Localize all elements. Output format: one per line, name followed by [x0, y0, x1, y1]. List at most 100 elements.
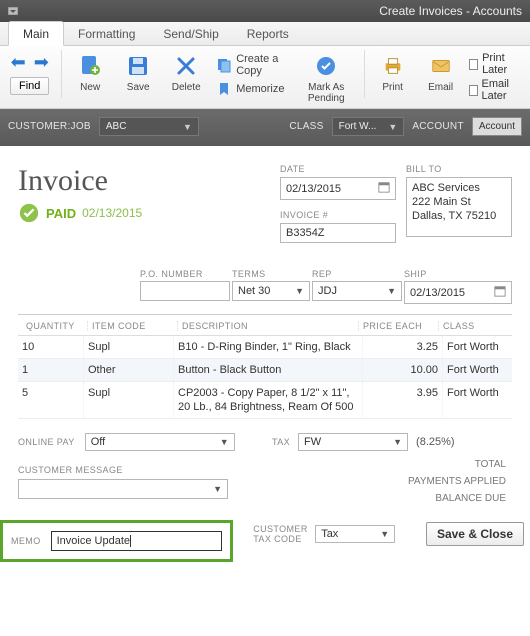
cell-desc[interactable]: CP2003 - Copy Paper, 8 1/2" x 11", 20 Lb…: [173, 382, 362, 418]
tab-reports[interactable]: Reports: [233, 22, 303, 45]
chevron-down-icon: ▼: [380, 529, 389, 539]
cell-desc[interactable]: Button - Black Button: [173, 359, 362, 381]
class-value: Fort W...: [339, 121, 377, 132]
email-later-checkbox[interactable]: Email Later: [469, 78, 524, 102]
window-title-bar: Create Invoices - Accounts: [0, 0, 530, 22]
date-input[interactable]: 02/13/2015: [280, 177, 396, 200]
calendar-icon[interactable]: [378, 181, 390, 196]
memorize-button[interactable]: Memorize: [214, 80, 288, 98]
checkbox-icon: [469, 59, 478, 70]
chevron-down-icon: ▼: [393, 437, 402, 447]
toolbar-divider: [364, 50, 365, 98]
customer-job-select[interactable]: ABC ▼: [99, 117, 199, 136]
po-label: P.O. NUMBER: [140, 269, 230, 279]
col-class: CLASS: [438, 321, 508, 331]
print-button[interactable]: Print: [371, 50, 415, 95]
delete-button[interactable]: Delete: [164, 50, 208, 95]
cell-class[interactable]: Fort Worth: [442, 382, 512, 418]
email-button[interactable]: Email: [419, 50, 463, 95]
customer-job-value: ABC: [106, 121, 127, 132]
customer-message-select[interactable]: ▼: [18, 479, 228, 499]
customer-job-label: CUSTOMER:JOB: [8, 121, 91, 132]
calendar-icon[interactable]: [494, 285, 506, 300]
po-input[interactable]: [140, 281, 230, 301]
table-row[interactable]: 1 Other Button - Black Button 10.00 Fort…: [18, 359, 512, 382]
chevron-down-icon: ▼: [213, 484, 222, 494]
next-arrow-icon[interactable]: ➡: [34, 52, 49, 73]
table-row[interactable]: 10 Supl B10 - D-Ring Binder, 1" Ring, Bl…: [18, 336, 512, 359]
terms-label: TERMS: [232, 269, 310, 279]
mark-pending-label: Mark As Pending: [297, 82, 356, 104]
invoice-no-input[interactable]: B3354Z: [280, 223, 396, 243]
print-later-label: Print Later: [482, 52, 524, 76]
invoice-no-label: INVOICE #: [280, 210, 396, 220]
print-later-checkbox[interactable]: Print Later: [469, 52, 524, 76]
online-pay-select[interactable]: Off ▼: [85, 433, 235, 451]
delete-label: Delete: [172, 82, 201, 93]
chevron-down-icon: ▼: [220, 437, 229, 447]
tax-select[interactable]: FW ▼: [298, 433, 408, 451]
new-button[interactable]: New: [68, 50, 112, 95]
rep-value: JDJ: [318, 285, 337, 297]
create-copy-icon: [216, 57, 232, 73]
rep-label: REP: [312, 269, 402, 279]
print-label: Print: [382, 82, 403, 93]
cell-price[interactable]: 3.95: [362, 382, 442, 418]
cell-class[interactable]: Fort Worth: [442, 359, 512, 381]
cell-qty[interactable]: 5: [18, 382, 83, 418]
tax-label: TAX: [272, 437, 290, 447]
cell-item[interactable]: Supl: [83, 336, 173, 358]
cell-item[interactable]: Supl: [83, 382, 173, 418]
toolbar-divider: [61, 50, 62, 98]
customer-tax-code-value: Tax: [321, 528, 338, 540]
customer-message-label: CUSTOMER MESSAGE: [18, 465, 123, 475]
col-desc: DESCRIPTION: [177, 321, 358, 331]
delete-icon: [172, 52, 200, 80]
prev-arrow-icon[interactable]: ⬅: [11, 52, 26, 73]
customer-tax-code-select[interactable]: Tax ▼: [315, 525, 395, 543]
tab-main[interactable]: Main: [8, 21, 64, 46]
rep-select[interactable]: JDJ ▼: [312, 281, 402, 301]
customer-tax-code-label: CUSTOMER TAX CODE: [253, 524, 309, 544]
customer-message-field: CUSTOMER MESSAGE ▼: [18, 465, 258, 499]
save-close-button[interactable]: Save & Close: [426, 522, 524, 546]
online-pay-label: ONLINE PAY: [18, 437, 75, 447]
memorize-label: Memorize: [236, 83, 284, 95]
balance-due-label: BALANCE DUE: [435, 493, 506, 504]
invoice-title-block: Invoice PAID 02/13/2015: [18, 164, 142, 224]
cell-desc[interactable]: B10 - D-Ring Binder, 1" Ring, Black: [173, 336, 362, 358]
lower-section: ONLINE PAY Off ▼ TAX FW ▼ (8.25%) CUSTOM…: [18, 433, 512, 508]
customer-class-bar: CUSTOMER:JOB ABC ▼ CLASS Fort W... ▼ ACC…: [0, 109, 530, 146]
billto-label: BILL TO: [406, 164, 512, 174]
tax-value: FW: [304, 436, 321, 448]
class-select[interactable]: Fort W... ▼: [332, 117, 405, 136]
memo-label: MEMO: [11, 536, 41, 546]
terms-select[interactable]: Net 30 ▼: [232, 281, 310, 301]
mark-pending-button[interactable]: Mark As Pending: [295, 50, 358, 106]
payments-applied-label: PAYMENTS APPLIED: [408, 476, 506, 487]
cell-price[interactable]: 10.00: [362, 359, 442, 381]
find-button[interactable]: Find: [10, 77, 49, 95]
table-row[interactable]: 5 Supl CP2003 - Copy Paper, 8 1/2" x 11"…: [18, 382, 512, 419]
paid-stamp: PAID 02/13/2015: [18, 202, 142, 224]
invoice-body: Invoice PAID 02/13/2015 DATE 02/13/2015: [0, 146, 530, 514]
cell-price[interactable]: 3.25: [362, 336, 442, 358]
ship-label: SHIP: [404, 269, 512, 279]
mark-pending-icon: [312, 52, 340, 80]
cell-class[interactable]: Fort Worth: [442, 336, 512, 358]
save-button[interactable]: Save: [116, 50, 160, 95]
cell-qty[interactable]: 1: [18, 359, 83, 381]
tab-sendship[interactable]: Send/Ship: [149, 22, 232, 45]
ship-date-input[interactable]: 02/13/2015: [404, 281, 512, 304]
window-menu-icon[interactable]: [8, 7, 18, 15]
cell-item[interactable]: Other: [83, 359, 173, 381]
invoice-title: Invoice: [18, 164, 142, 198]
cell-qty[interactable]: 10: [18, 336, 83, 358]
memo-highlight: MEMO Invoice Update: [0, 520, 233, 562]
memo-input[interactable]: Invoice Update: [51, 531, 223, 551]
table-header: QUANTITY ITEM CODE DESCRIPTION PRICE EAC…: [18, 315, 512, 336]
tab-formatting[interactable]: Formatting: [64, 22, 149, 45]
create-copy-button[interactable]: Create a Copy: [214, 52, 288, 78]
account-input[interactable]: Account: [472, 117, 522, 136]
billto-input[interactable]: ABC Services 222 Main St Dallas, TX 7521…: [406, 177, 512, 237]
